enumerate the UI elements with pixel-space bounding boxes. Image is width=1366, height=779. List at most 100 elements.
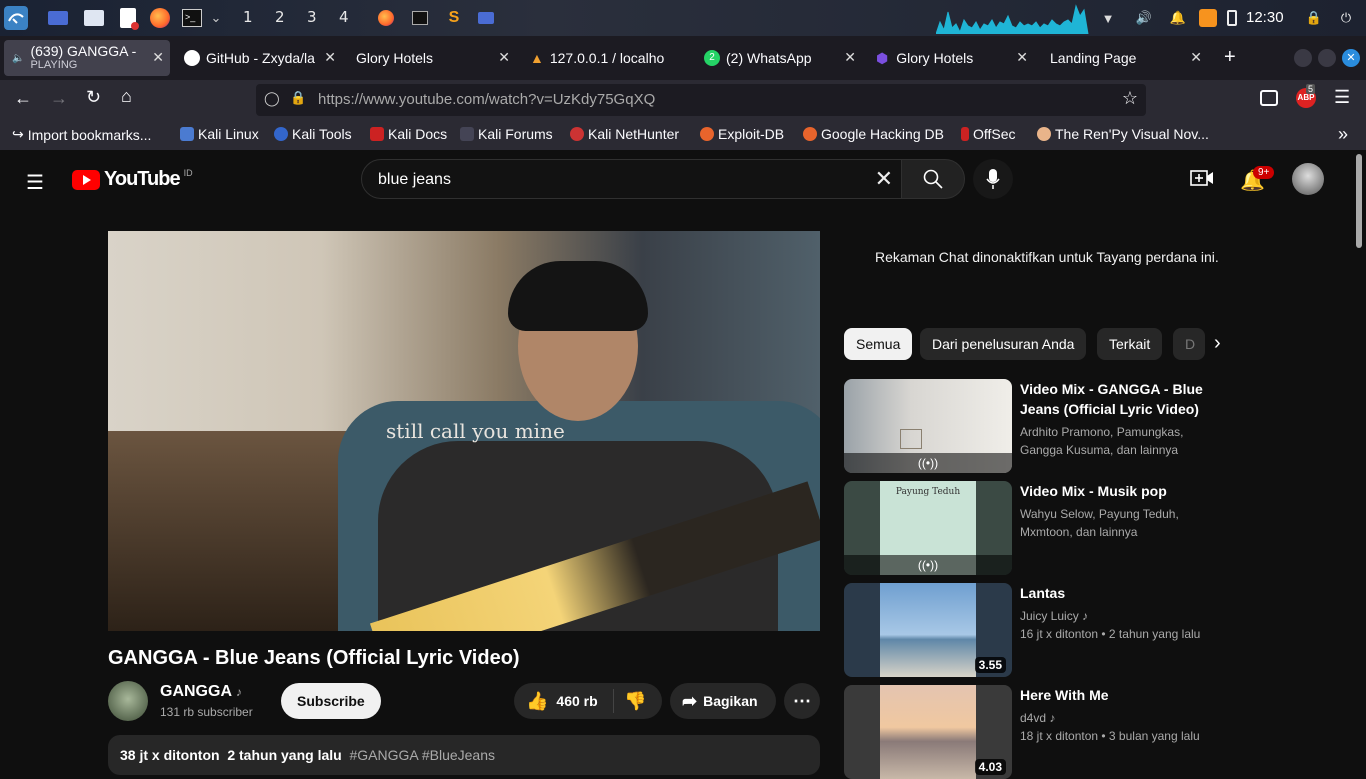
firefox-icon[interactable] — [148, 6, 172, 30]
update-icon[interactable] — [1196, 6, 1220, 30]
menu-icon[interactable]: ☰ — [1334, 87, 1350, 108]
recommendation-item[interactable]: Payung Teduh ((•)) Video Mix - Musik pop… — [844, 481, 1224, 575]
show-desktop-icon[interactable] — [46, 6, 70, 30]
close-window-button[interactable]: ✕ — [1342, 49, 1360, 67]
pocket-icon[interactable] — [1260, 90, 1278, 106]
lyric-overlay: still call you mine — [386, 419, 565, 443]
view-count: 38 jt x ditonton — [120, 747, 220, 763]
url-text[interactable]: https://www.youtube.com/watch?v=UzKdy75G… — [318, 91, 655, 108]
chip-truncated[interactable]: D — [1173, 328, 1205, 360]
chip-semua[interactable]: Semua — [844, 328, 913, 360]
music-note-icon: ♪ — [1049, 711, 1056, 725]
chevron-down-icon[interactable]: ⌄ — [204, 6, 228, 30]
chip-dari-penelusuran[interactable]: Dari penelusuran Anda — [920, 328, 1087, 360]
recommendation-meta: 16 jt x ditonton • 2 tahun yang lalu — [1020, 627, 1201, 641]
album-cover — [880, 583, 976, 677]
wifi-icon[interactable]: ▼ — [1096, 6, 1120, 30]
workspace-1[interactable]: 1 — [243, 8, 253, 26]
close-icon[interactable]: ✕ — [152, 49, 164, 66]
chip-terkait[interactable]: Terkait — [1097, 328, 1163, 360]
tab-landing-page[interactable]: Landing Page ✕ — [1042, 40, 1208, 76]
tab-github[interactable]: GitHub - Zxyda/la ✕ — [176, 40, 342, 76]
tab-whatsapp[interactable]: 2 (2) WhatsApp ✕ — [696, 40, 862, 76]
channel-avatar[interactable] — [108, 681, 148, 721]
workspace-4[interactable]: 4 — [339, 8, 349, 26]
video-player[interactable]: still call you mine — [108, 231, 820, 631]
workspace-3[interactable]: 3 — [307, 8, 317, 26]
voice-search-button[interactable] — [973, 159, 1013, 199]
create-video-icon[interactable] — [1190, 168, 1214, 188]
desktop-window-icon[interactable] — [474, 6, 498, 30]
bookmark-kali-nethunter[interactable]: Kali NetHunter — [570, 126, 679, 142]
sublime-icon[interactable]: S — [442, 6, 466, 30]
channel-name[interactable]: GANGGA ♪ — [160, 683, 242, 701]
bookmark-kali-linux[interactable]: Kali Linux — [180, 126, 259, 142]
tab-glory-hotels-2[interactable]: ⬢ Glory Hotels ✕ — [868, 40, 1034, 76]
shield-icon[interactable]: ◯ — [264, 90, 280, 107]
back-button[interactable]: ← — [14, 88, 32, 109]
recommendation-channel: Wahyu Selow, Payung Teduh, — [1020, 507, 1179, 521]
description-box[interactable]: 38 jt x ditonton 2 tahun yang lalu #GANG… — [108, 735, 820, 775]
file-manager-icon[interactable] — [82, 6, 106, 30]
forward-button[interactable]: → — [50, 88, 68, 109]
recommendation-item[interactable]: 4.03 Here With Me d4vd ♪ 18 jt x ditonto… — [844, 685, 1224, 779]
bookmark-kali-tools[interactable]: Kali Tools — [274, 126, 352, 142]
close-icon[interactable]: ✕ — [324, 49, 336, 66]
volume-icon[interactable]: 🔊 — [1132, 6, 1156, 30]
like-button[interactable]: 👍 460 rb — [514, 689, 614, 713]
bookmark-renpy[interactable]: The Ren'Py Visual Nov... — [1037, 126, 1209, 142]
notification-bell-icon[interactable]: 🔔 — [1166, 6, 1190, 30]
recommendation-item[interactable]: 3.55 Lantas Juicy Luicy ♪ 16 jt x ditont… — [844, 583, 1224, 677]
bookmark-exploit-db[interactable]: Exploit-DB — [700, 126, 784, 142]
bookmark-import[interactable]: ↪ Import bookmarks... — [12, 126, 151, 143]
power-icon[interactable]: ⏻ — [1334, 6, 1358, 30]
lock-icon[interactable]: 🔒 — [290, 90, 306, 106]
kali-menu-icon[interactable] — [4, 6, 28, 30]
close-icon[interactable]: ✕ — [1016, 49, 1028, 66]
subscribe-button[interactable]: Subscribe — [281, 683, 381, 719]
terminal-icon[interactable]: >_ — [180, 6, 204, 30]
clear-search-icon[interactable]: ✕ — [875, 166, 893, 192]
more-actions-button[interactable]: ⋯ — [784, 683, 820, 719]
speaker-icon[interactable]: 🔈 — [12, 53, 24, 64]
more-bookmarks-icon[interactable]: » — [1338, 124, 1348, 145]
close-icon[interactable]: ✕ — [498, 49, 510, 66]
tab-glory-hotels[interactable]: Glory Hotels ✕ — [348, 40, 516, 76]
new-tab-button[interactable]: + — [1224, 46, 1236, 69]
avatar[interactable] — [1292, 163, 1324, 195]
text-editor-icon[interactable] — [116, 6, 140, 30]
chips-next-icon[interactable]: › — [1210, 332, 1221, 355]
tab-phpmyadmin[interactable]: ▲ 127.0.0.1 / localho — [522, 40, 690, 76]
video-thumbnail[interactable]: 3.55 — [844, 583, 1012, 677]
firefox-window-icon[interactable] — [374, 6, 398, 30]
maximize-button[interactable] — [1318, 49, 1336, 67]
close-icon[interactable]: ✕ — [1190, 49, 1202, 66]
video-thumbnail[interactable]: ((•)) — [844, 379, 1012, 473]
page-scrollbar[interactable] — [1356, 154, 1362, 248]
bookmark-google-hacking-db[interactable]: Google Hacking DB — [803, 126, 944, 142]
dislike-button[interactable]: 👎 — [614, 691, 646, 712]
terminal-window-icon[interactable] — [408, 6, 432, 30]
hashtags[interactable]: #GANGGA #BlueJeans — [349, 747, 495, 763]
share-button[interactable]: ➦ Bagikan — [670, 683, 776, 719]
search-input[interactable]: blue jeans ✕ — [361, 159, 902, 199]
youtube-logo[interactable]: YouTube ID — [72, 168, 193, 191]
bookmark-kali-docs[interactable]: Kali Docs — [370, 126, 447, 142]
minimize-button[interactable] — [1294, 49, 1312, 67]
search-button[interactable] — [901, 159, 965, 199]
tab-youtube[interactable]: 🔈 (639) GANGGA - PLAYING ✕ — [4, 40, 170, 76]
video-thumbnail[interactable]: Payung Teduh ((•)) — [844, 481, 1012, 575]
reload-button[interactable]: ↻ — [86, 87, 101, 108]
recommendation-item[interactable]: ((•)) Video Mix - GANGGA - Blue Jeans (O… — [844, 379, 1224, 473]
video-thumbnail[interactable]: 4.03 — [844, 685, 1012, 779]
close-icon[interactable]: ✕ — [844, 49, 856, 66]
lock-icon[interactable]: 🔒 — [1302, 6, 1326, 30]
bookmark-star-icon[interactable]: ☆ — [1122, 88, 1138, 109]
recommendation-channel: Ardhito Pramono, Pamungkas, — [1020, 425, 1184, 439]
bookmark-offsec[interactable]: OffSec — [961, 126, 1016, 142]
home-button[interactable]: ⌂ — [121, 86, 132, 107]
bookmark-kali-forums[interactable]: Kali Forums — [460, 126, 553, 142]
hamburger-menu-icon[interactable]: ☰ — [26, 170, 44, 195]
url-bar[interactable]: ◯ 🔒 https://www.youtube.com/watch?v=UzKd… — [256, 84, 1146, 116]
workspace-2[interactable]: 2 — [275, 8, 285, 26]
